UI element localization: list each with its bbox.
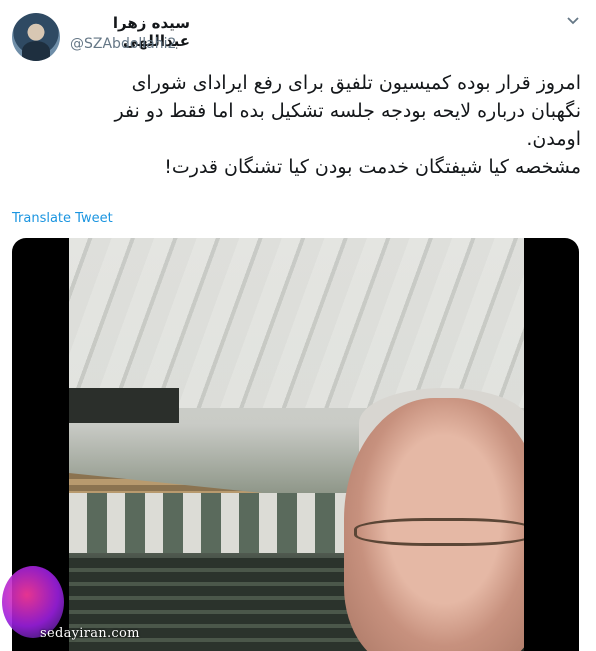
video-frame	[69, 238, 524, 651]
translate-tweet-link[interactable]: Translate Tweet	[12, 211, 113, 226]
tweet-line: مشخصه کیا شیفتگان خدمت بودن کیا تشنگان ق…	[164, 156, 581, 178]
chevron-down-icon[interactable]	[565, 12, 581, 28]
watermark-text: sedayiran.com	[40, 626, 140, 641]
seat-row	[69, 493, 369, 553]
dark-panel	[69, 388, 179, 423]
user-handle[interactable]: @SZAbdollahi2	[70, 36, 176, 52]
tweet-line: امروز قرار بوده کمیسیون تلفیق برای رفع ا…	[131, 72, 581, 94]
avatar-scarf	[22, 41, 50, 61]
person-glasses	[354, 518, 524, 546]
tweet-text: امروز قرار بوده کمیسیون تلفیق برای رفع ا…	[12, 69, 581, 181]
ceiling-structure	[69, 238, 524, 408]
avatar[interactable]	[12, 13, 60, 61]
video-player[interactable]	[12, 238, 579, 651]
tweet-line: اومدن.	[526, 128, 581, 150]
tweet-line: نگهبان درباره لایحه بودجه جلسه تشکیل بده…	[114, 100, 581, 122]
